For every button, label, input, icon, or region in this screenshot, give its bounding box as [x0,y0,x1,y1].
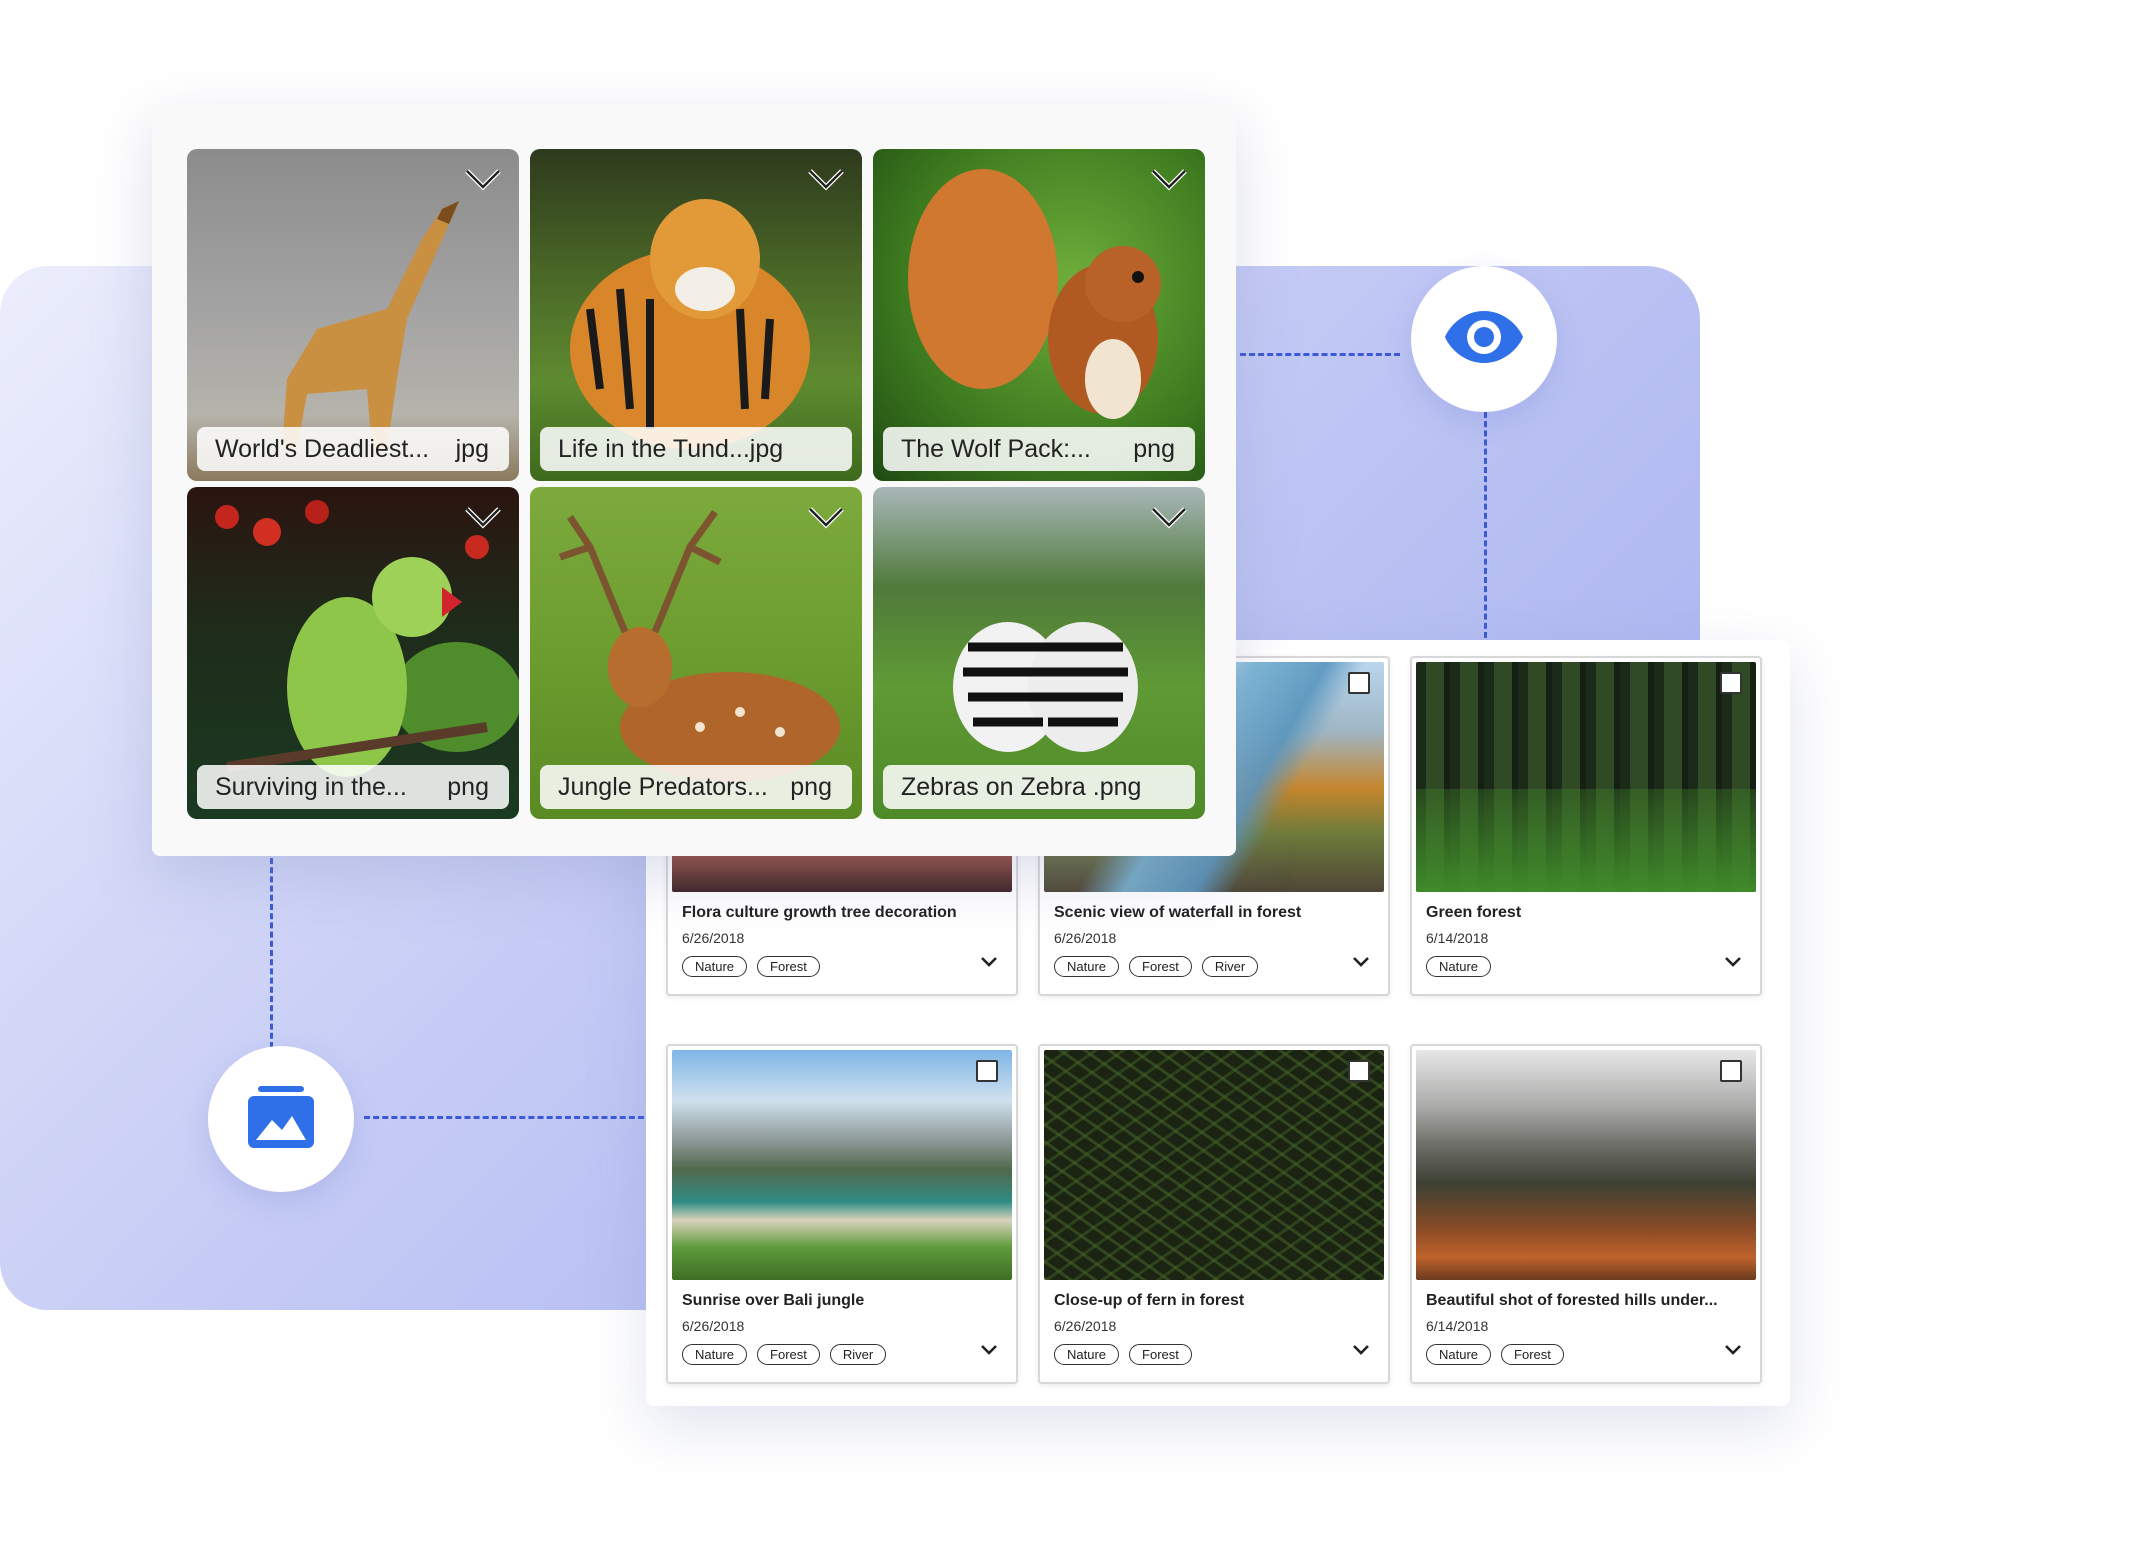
tag-forest[interactable]: Forest [1129,1344,1192,1365]
tag-river[interactable]: River [1201,956,1259,977]
chevron-down-icon[interactable] [1724,956,1742,968]
select-checkbox[interactable] [1348,672,1370,694]
tile-caption: Zebras on Zebra .png [883,765,1195,809]
image-thumbnail [672,1050,1012,1280]
image-title: Close-up of fern in forest [1054,1292,1245,1309]
tag-forest[interactable]: Forest [1501,1344,1564,1365]
tile-filename: Jungle Predators... [558,772,768,801]
chevron-down-icon[interactable] [806,167,846,193]
image-title: Scenic view of waterfall in forest [1054,904,1302,921]
image-card[interactable]: Beautiful shot of forested hills under..… [1410,1044,1762,1384]
tag-forest[interactable]: Forest [757,956,820,977]
image-date: 6/26/2018 [682,1318,745,1334]
tile-filename: Zebras on Zebra .png [901,772,1142,801]
chevron-down-icon[interactable] [463,167,503,193]
connector-eye-vertical [1484,412,1487,638]
tag-nature[interactable]: Nature [1426,1344,1492,1365]
chevron-down-icon[interactable] [806,505,846,531]
select-checkbox[interactable] [1720,1060,1742,1082]
image-date: 6/14/2018 [1426,1318,1489,1334]
chevron-down-icon[interactable] [1149,167,1189,193]
tag-nature[interactable]: Nature [1054,1344,1120,1365]
image-date: 6/26/2018 [682,930,745,946]
image-card[interactable]: Green forest 6/14/2018 Nature [1410,656,1762,996]
tile-extension: png [790,772,832,801]
image-thumbnail [1416,662,1756,892]
image-date: 6/14/2018 [1426,930,1489,946]
tag-nature[interactable]: Nature [682,1344,748,1365]
select-checkbox[interactable] [1348,1060,1370,1082]
connector-eye-horizontal [1240,353,1400,356]
tag-nature[interactable]: Nature [1054,956,1120,977]
chevron-down-icon[interactable] [980,1344,998,1356]
tile-caption: Surviving in the... png [197,765,509,809]
select-checkbox[interactable] [1720,672,1742,694]
tile-extension: png [447,772,489,801]
chevron-down-icon[interactable] [1352,956,1370,968]
tag-nature[interactable]: Nature [1426,956,1492,977]
gallery-tile[interactable]: Surviving in the... png [187,487,519,819]
tile-caption: The Wolf Pack:... png [883,427,1195,471]
select-checkbox[interactable] [976,1060,998,1082]
image-card[interactable]: Sunrise over Bali jungle 6/26/2018 Natur… [666,1044,1018,1384]
tile-caption: World's Deadliest... jpg [197,427,509,471]
gallery-grid-panel: World's Deadliest... jpg Life in the Tun… [152,104,1236,856]
gallery-tile[interactable]: Life in the Tund...jpg [530,149,862,481]
tile-caption: Jungle Predators... png [540,765,852,809]
image-title: Sunrise over Bali jungle [682,1292,865,1309]
image-title: Beautiful shot of forested hills under..… [1426,1292,1718,1309]
chevron-down-icon[interactable] [1724,1344,1742,1356]
tile-filename: World's Deadliest... [215,434,430,463]
chevron-down-icon[interactable] [980,956,998,968]
gallery-tile[interactable]: World's Deadliest... jpg [187,149,519,481]
chevron-down-icon[interactable] [463,505,503,531]
tile-extension: png [1133,434,1175,463]
tile-extension: jpg [455,434,489,463]
image-thumbnail [1416,1050,1756,1280]
tile-filename: Surviving in the... [215,772,407,801]
eye-icon [1443,307,1525,371]
connector-gallery-vertical [270,858,273,1048]
tile-filename: The Wolf Pack:... [901,434,1091,463]
tag-river[interactable]: River [829,1344,887,1365]
gallery-tile[interactable]: Jungle Predators... png [530,487,862,819]
gallery-icon [248,1086,314,1152]
tag-nature[interactable]: Nature [682,956,748,977]
image-date: 6/26/2018 [1054,1318,1117,1334]
tag-forest[interactable]: Forest [757,1344,820,1365]
gallery-tile[interactable]: The Wolf Pack:... png [873,149,1205,481]
gallery-tile[interactable]: Zebras on Zebra .png [873,487,1205,819]
image-date: 6/26/2018 [1054,930,1117,946]
chevron-down-icon[interactable] [1352,1344,1370,1356]
tile-filename: Life in the Tund...jpg [558,434,784,463]
connector-gallery-horizontal [364,1116,644,1119]
image-title: Green forest [1426,904,1522,921]
image-card[interactable]: Close-up of fern in forest 6/26/2018 Nat… [1038,1044,1390,1384]
gallery-circle[interactable] [208,1046,354,1192]
tag-forest[interactable]: Forest [1129,956,1192,977]
chevron-down-icon[interactable] [1149,505,1189,531]
tile-caption: Life in the Tund...jpg [540,427,852,471]
image-thumbnail [1044,1050,1384,1280]
image-title: Flora culture growth tree decoration [682,904,957,921]
preview-circle[interactable] [1411,266,1557,412]
